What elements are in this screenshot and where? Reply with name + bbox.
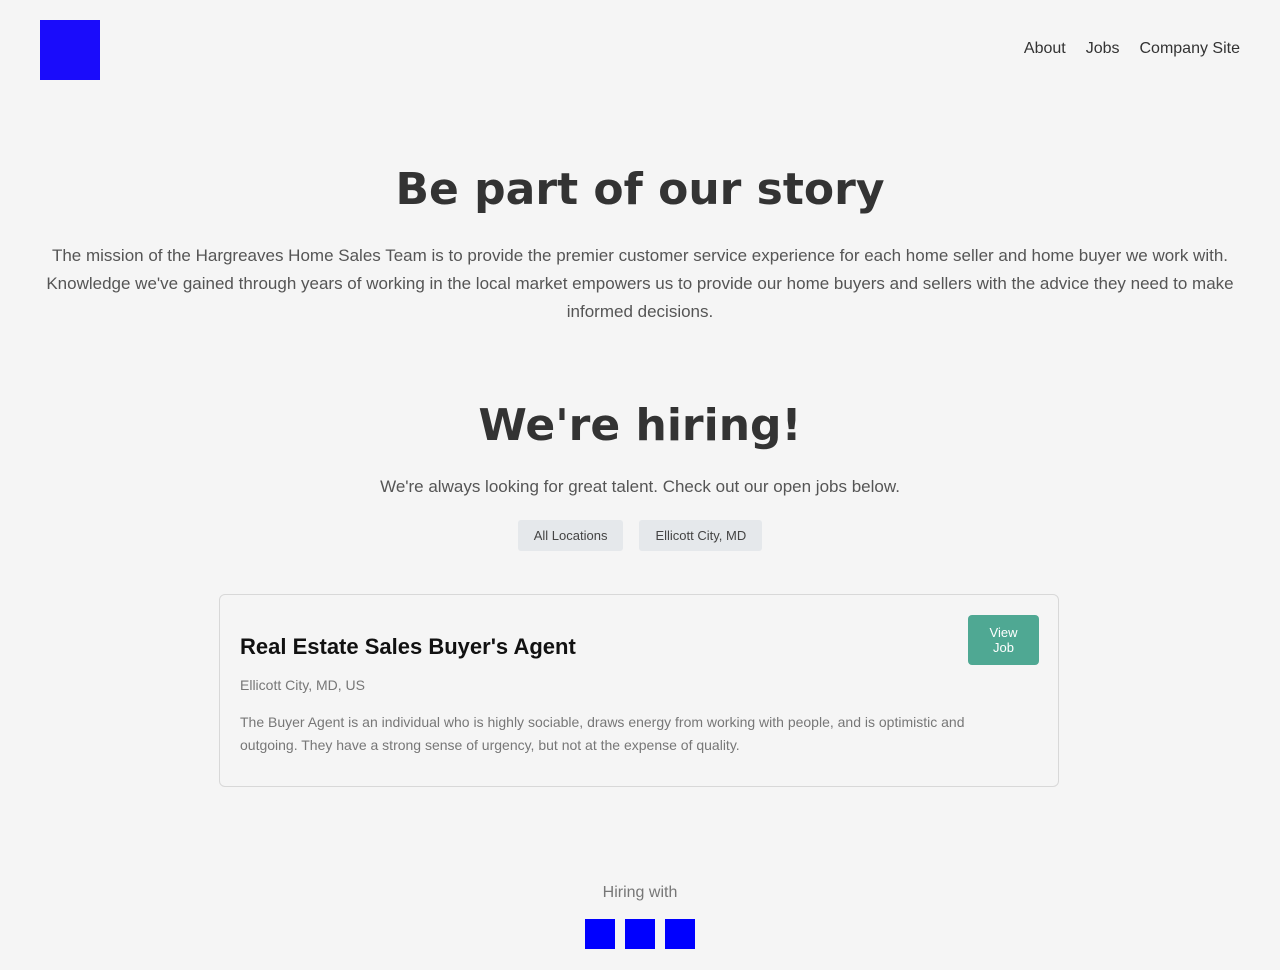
filter-ellicott-city-button[interactable]: Ellicott City, MD — [639, 520, 763, 551]
nav-link-company-site[interactable]: Company Site — [1140, 39, 1241, 59]
hiring-with-label: Hiring with — [602, 884, 678, 901]
hiring-title: We're hiring! — [478, 400, 802, 451]
social-icon-1[interactable] — [585, 919, 615, 949]
hiring-subtitle: We're always looking for great talent. C… — [380, 477, 900, 496]
story-section: Be part of our story The mission of the … — [40, 160, 1240, 326]
social-links — [0, 919, 1280, 949]
job-location: Ellicott City, MD, US — [240, 677, 365, 693]
view-job-button[interactable]: View Job — [968, 615, 1039, 665]
site-header: About Jobs Company Site — [0, 0, 1280, 100]
filter-all-locations-button[interactable]: All Locations — [517, 520, 624, 551]
main-nav: About Jobs Company Site — [1024, 39, 1240, 59]
location-filters: All Locations Ellicott City, MD — [40, 520, 1240, 551]
social-icon-3[interactable] — [665, 919, 695, 949]
job-title[interactable]: Real Estate Sales Buyer's Agent — [240, 633, 576, 661]
company-logo[interactable] — [40, 20, 100, 80]
job-card: Real Estate Sales Buyer's Agent Ellicott… — [219, 594, 1059, 787]
nav-link-about[interactable]: About — [1024, 39, 1066, 59]
social-icon-2[interactable] — [625, 919, 655, 949]
nav-link-jobs[interactable]: Jobs — [1086, 39, 1120, 59]
site-footer: Hiring with — [0, 880, 1280, 949]
story-title: Be part of our story — [395, 164, 885, 215]
job-description: The Buyer Agent is an individual who is … — [240, 714, 965, 753]
story-body: The mission of the Hargreaves Home Sales… — [46, 246, 1234, 321]
hiring-section: We're hiring! We're always looking for g… — [40, 396, 1240, 551]
